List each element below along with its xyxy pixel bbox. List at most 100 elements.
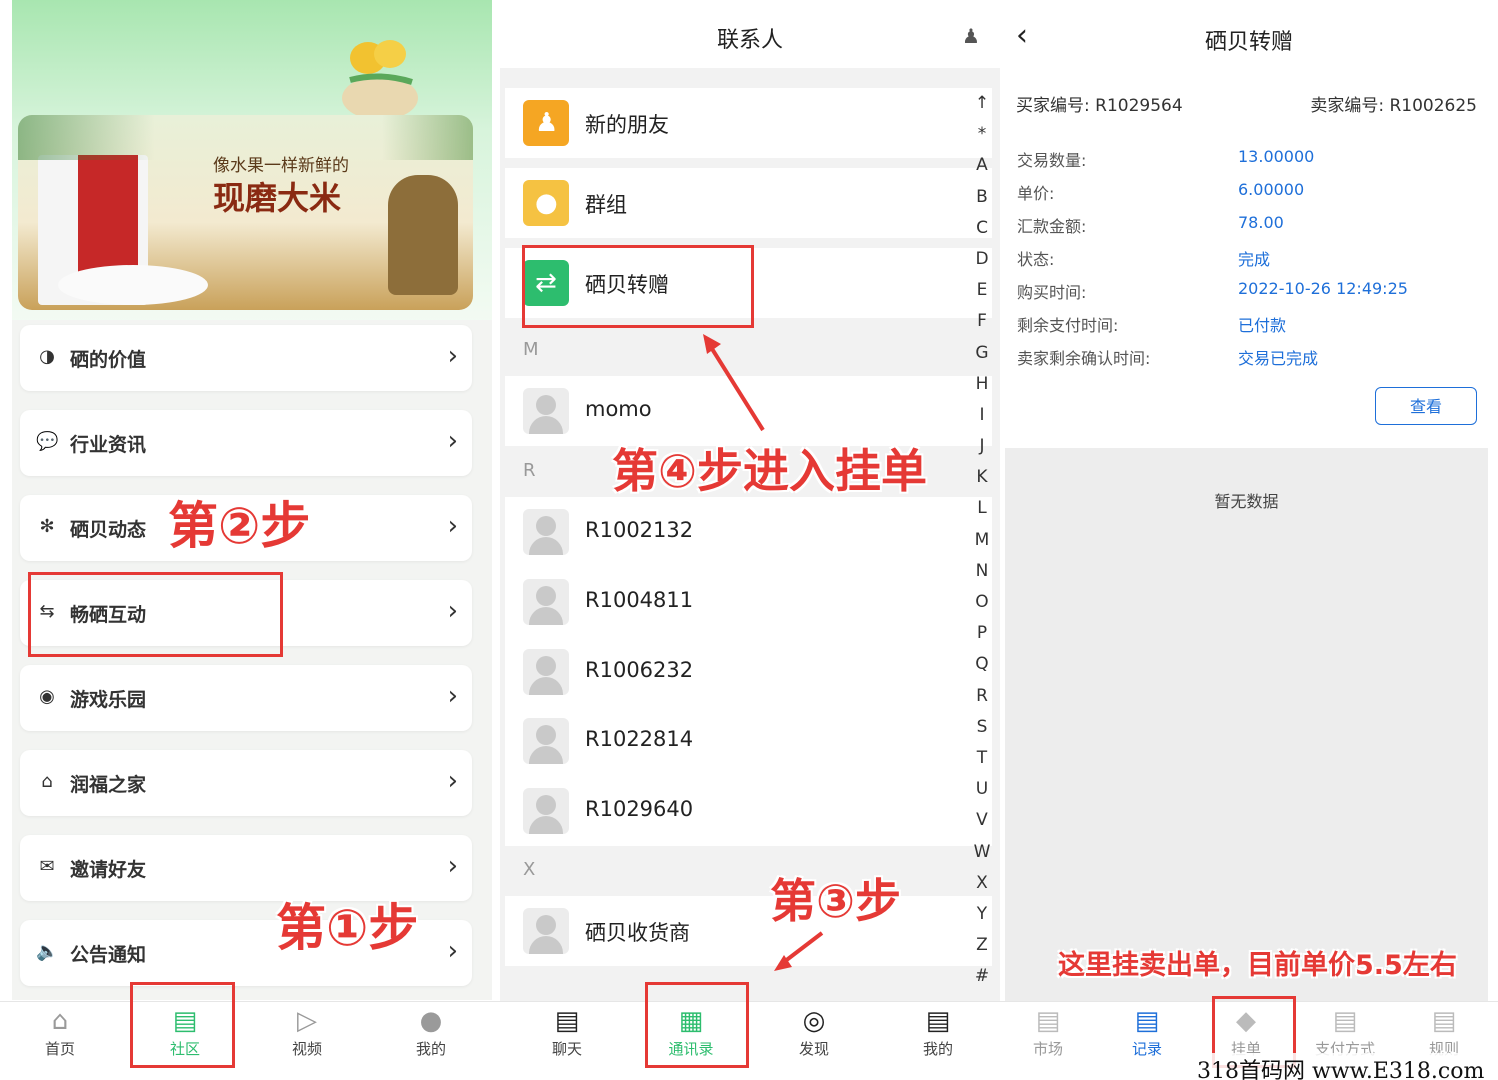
index-letter[interactable]: Y: [970, 899, 994, 930]
contact-new-friends[interactable]: ♟ 新的朋友: [505, 88, 992, 158]
rice-banner[interactable]: 像水果一样新鲜的 现磨大米: [18, 115, 473, 310]
menu-item-label: 邀请好友: [70, 859, 147, 881]
chevron-right-icon: ›: [447, 936, 458, 966]
rules-icon: ▤: [1431, 1006, 1457, 1036]
index-letter[interactable]: N: [970, 556, 994, 587]
index-letter[interactable]: T: [970, 743, 994, 774]
tab-mine[interactable]: ● 我的: [391, 1006, 471, 1059]
index-letter[interactable]: D: [970, 244, 994, 275]
index-letter[interactable]: ↑: [970, 88, 994, 119]
chevron-right-icon: ›: [447, 341, 458, 371]
index-letter[interactable]: W: [970, 837, 994, 868]
index-letter[interactable]: M: [970, 525, 994, 556]
menu-item-runfu-home[interactable]: ⌂ 润福之家 ›: [20, 750, 472, 816]
index-letter[interactable]: K: [970, 462, 994, 493]
amount-value: 78.00: [1238, 213, 1284, 232]
tab-home[interactable]: ⌂ 首页: [20, 1006, 100, 1059]
tab-records[interactable]: ▤ 记录: [1107, 1006, 1187, 1059]
contact-name: R1004811: [585, 588, 694, 612]
detail-header: ‹ 硒贝转赠: [1000, 0, 1498, 72]
page-title: 硒贝转赠: [1204, 30, 1293, 55]
index-letter[interactable]: P: [970, 618, 994, 649]
index-letter[interactable]: H: [970, 369, 994, 400]
index-letter[interactable]: J: [970, 431, 994, 462]
tab-video[interactable]: ▷ 视频: [267, 1006, 347, 1059]
price-label: 单价:: [1017, 184, 1055, 203]
tab-label: 视频: [291, 1040, 322, 1058]
index-letter[interactable]: A: [970, 150, 994, 181]
index-letter[interactable]: #: [970, 961, 994, 992]
add-contact-icon[interactable]: ♟: [962, 24, 980, 48]
transfer-detail-screen: ‹ 硒贝转赠 买家编号: R1029564 卖家编号: R1002625 交易数…: [1000, 0, 1498, 1080]
menu-item-industry-news[interactable]: 💬 行业资讯 ›: [20, 410, 472, 476]
highlight-box-contacts-tab: [645, 982, 749, 1068]
index-letter[interactable]: Z: [970, 930, 994, 961]
contact-name: R1002132: [585, 518, 694, 542]
highlight-box-interaction: [28, 572, 283, 657]
index-letter[interactable]: *: [970, 119, 994, 150]
watermark: 318首码网 www.E318.com: [1193, 1053, 1489, 1080]
contact-row[interactable]: R1006232: [505, 637, 992, 707]
contact-row[interactable]: R1004811: [505, 567, 992, 637]
contact-row[interactable]: R1002132: [505, 497, 992, 567]
menu-item-games[interactable]: ◉ 游戏乐园 ›: [20, 665, 472, 731]
index-letter[interactable]: X: [970, 868, 994, 899]
tab-mine[interactable]: ▤ 我的: [898, 1006, 978, 1059]
index-letter[interactable]: U: [970, 774, 994, 805]
view-button[interactable]: 查看: [1375, 387, 1477, 425]
chevron-right-icon: ›: [447, 426, 458, 456]
contact-row[interactable]: 硒贝收货商: [505, 896, 992, 966]
contact-groups[interactable]: ● 群组: [505, 168, 992, 238]
seller-id: 卖家编号: R1002625: [1310, 96, 1477, 116]
speaker-icon: 🔈: [36, 941, 59, 962]
alphabet-index[interactable]: ↑ * A B C D E F G H I J K L M N O P Q R S T U V W X Y Z #: [970, 88, 994, 992]
contacts-screen: 联系人 ♟ ♟ 新的朋友 ● 群组 ⇄ 硒贝转赠 M momo R R10021…: [500, 0, 1000, 1080]
buyer-id: 买家编号: R1029564: [1016, 96, 1183, 116]
tab-chat[interactable]: ▤ 聊天: [527, 1006, 607, 1059]
tab-discover[interactable]: ◎ 发现: [774, 1006, 854, 1059]
order-card: 买家编号: R1029564 卖家编号: R1002625 交易数量: 13.0…: [1005, 75, 1488, 445]
annotation-step3: 第③步: [770, 874, 901, 928]
index-letter[interactable]: B: [970, 182, 994, 213]
video-icon: ▷: [297, 1006, 317, 1036]
section-letter: M: [523, 339, 539, 360]
pinwheel-icon: ✻: [39, 516, 55, 537]
section-header-x: X: [505, 846, 992, 896]
index-letter[interactable]: I: [970, 400, 994, 431]
menu-item-label: 公告通知: [70, 944, 147, 966]
contact-row[interactable]: R1022814: [505, 706, 992, 776]
annotation-step4: 第④步进入挂单: [612, 444, 927, 498]
record-icon: ▤: [1134, 1006, 1160, 1036]
index-letter[interactable]: S: [970, 712, 994, 743]
index-letter[interactable]: O: [970, 587, 994, 618]
remaining-pay-label: 剩余支付时间:: [1017, 316, 1119, 335]
menu-item-label: 行业资讯: [70, 434, 147, 456]
farmer-figure: [388, 175, 458, 295]
empty-text: 暂无数据: [1214, 492, 1279, 511]
banner-title: 现磨大米: [213, 179, 342, 217]
chevron-right-icon: ›: [447, 681, 458, 711]
index-letter[interactable]: V: [970, 805, 994, 836]
section-letter: R: [523, 460, 536, 481]
amount-label: 汇款金额:: [1017, 217, 1087, 236]
avatar: [523, 788, 569, 834]
chevron-right-icon: ›: [447, 766, 458, 796]
index-letter[interactable]: F: [970, 306, 994, 337]
tab-payment[interactable]: ▤ 支付方式: [1305, 1006, 1385, 1059]
tab-rules[interactable]: ▤ 规则: [1404, 1006, 1484, 1059]
market-icon: ▤: [1035, 1006, 1061, 1036]
menu-item-selenium-value[interactable]: ◑ 硒的价值 ›: [20, 325, 472, 391]
contact-name: R1006232: [585, 658, 694, 682]
index-letter[interactable]: L: [970, 493, 994, 524]
index-letter[interactable]: C: [970, 213, 994, 244]
index-letter[interactable]: R: [970, 681, 994, 712]
tab-label: 首页: [44, 1040, 75, 1058]
index-letter[interactable]: E: [970, 275, 994, 306]
bottom-tab-bar: ⌂ 首页 ▤ 社区 ▷ 视频 ● 我的: [0, 1001, 500, 1080]
index-letter[interactable]: G: [970, 338, 994, 369]
empty-state: 暂无数据: [1005, 448, 1488, 1003]
contact-name: momo: [585, 397, 652, 421]
tab-market[interactable]: ▤ 市场: [1008, 1006, 1088, 1059]
contact-row[interactable]: R1029640: [505, 776, 992, 846]
index-letter[interactable]: Q: [970, 649, 994, 680]
